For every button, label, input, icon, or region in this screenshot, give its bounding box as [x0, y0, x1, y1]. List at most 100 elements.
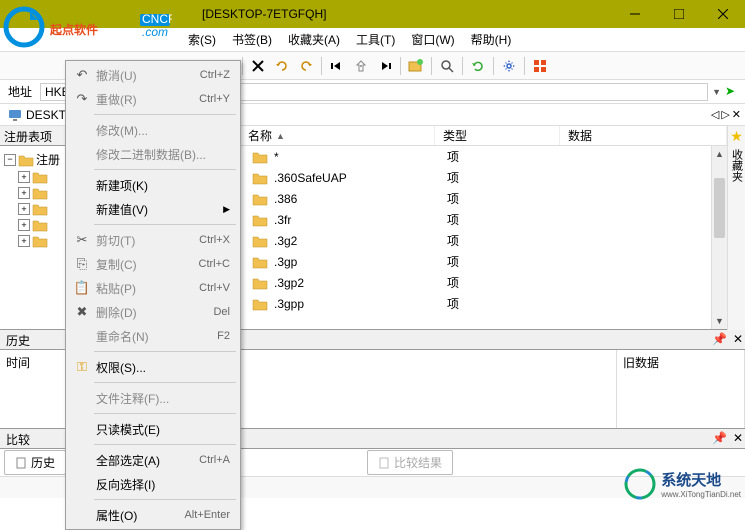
watermark-icon [623, 467, 657, 501]
list-row[interactable]: .3gp项 [244, 251, 727, 272]
list-row[interactable]: .3fr项 [244, 209, 727, 230]
tree-expand-icon[interactable]: + [18, 187, 30, 199]
maximize-button[interactable] [657, 0, 701, 28]
menu-tools[interactable]: 工具(T) [348, 28, 403, 51]
menu-modify[interactable]: 修改(M)... [68, 118, 238, 142]
scroll-thumb[interactable] [714, 178, 725, 238]
breadcrumb-item[interactable]: DESKT [4, 108, 70, 122]
favorites-strip[interactable]: ★ 收藏夹 [727, 126, 745, 331]
menu-favorites[interactable]: 收藏夹(A) [280, 28, 348, 51]
menu-cut[interactable]: ✂剪切(T)Ctrl+X [68, 228, 238, 252]
key-icon: ⚿ [72, 359, 92, 375]
menu-permissions[interactable]: ⚿权限(S)... [68, 355, 238, 379]
forward-icon[interactable] [374, 55, 396, 77]
column-name[interactable]: 名称▲ [240, 126, 435, 145]
menu-select-all[interactable]: 全部选定(A)Ctrl+A [68, 448, 238, 472]
row-name: .3gp [274, 255, 297, 269]
menu-invert-selection[interactable]: 反向选择(I) [68, 472, 238, 496]
list-row[interactable]: .360SafeUAP项 [244, 167, 727, 188]
grid-icon[interactable] [529, 55, 551, 77]
address-dropdown-icon[interactable]: ▼ [712, 87, 721, 97]
window-title: [DESKTOP-7ETGFQH] [202, 7, 326, 21]
row-type: 项 [439, 274, 564, 291]
tab-history[interactable]: 历史 [4, 450, 66, 475]
menu-undo[interactable]: ↶撤消(U)Ctrl+Z [68, 63, 238, 87]
star-icon: ★ [730, 128, 743, 145]
tree-expand-icon[interactable]: + [18, 203, 30, 215]
tree-collapse-icon[interactable]: − [4, 154, 16, 166]
column-type[interactable]: 类型 [435, 126, 560, 145]
folder-icon [252, 192, 268, 206]
tree-expand-icon[interactable]: + [18, 235, 30, 247]
menu-paste[interactable]: 📋粘贴(P)Ctrl+V [68, 276, 238, 300]
row-name: .3fr [274, 213, 291, 227]
menu-bookmark[interactable]: 书签(B) [224, 28, 280, 51]
folder-icon [252, 276, 268, 290]
submenu-arrow-icon: ▶ [223, 204, 234, 215]
column-data[interactable]: 数据 [560, 126, 727, 145]
copy-icon: ⎘ [72, 256, 92, 272]
svg-text:CNCRK: CNCRK [142, 12, 172, 26]
tree-expand-icon[interactable]: + [18, 171, 30, 183]
menu-modify-binary[interactable]: 修改二进制数据(B)... [68, 142, 238, 166]
folder-icon [32, 186, 48, 200]
delete-icon[interactable] [247, 55, 269, 77]
pin-icon[interactable]: 📌 [712, 332, 727, 346]
list-body[interactable]: *项.360SafeUAP项.386项.3fr项.3g2项.3gp项.3gp2项… [240, 146, 727, 329]
close-button[interactable] [701, 0, 745, 28]
list-row[interactable]: .3gp2 项 [244, 272, 727, 293]
close-panel-icon[interactable]: ✕ [733, 332, 743, 346]
row-name: .386 [274, 192, 297, 206]
minimize-button[interactable] [613, 0, 657, 28]
computer-icon [8, 109, 22, 121]
row-name: .3gpp [274, 297, 304, 311]
logo-overlay: 起点软件 CNCRK .com [2, 2, 172, 55]
menu-search[interactable]: 索(S) [180, 28, 224, 51]
menu-copy[interactable]: ⎘复制(C)Ctrl+C [68, 252, 238, 276]
tab-compare-result[interactable]: 比较结果 [367, 450, 453, 475]
menu-help[interactable]: 帮助(H) [463, 28, 520, 51]
row-name: .3gp2 [274, 276, 304, 290]
up-icon[interactable] [350, 55, 372, 77]
menu-comment[interactable]: 文件注释(F)... [68, 386, 238, 410]
breadcrumb-close-icon[interactable]: ✕ [732, 108, 741, 121]
menu-readonly[interactable]: 只读模式(E) [68, 417, 238, 441]
menu-properties[interactable]: 属性(O)Alt+Enter [68, 503, 238, 527]
close-panel-icon[interactable]: ✕ [733, 431, 743, 445]
redo-icon[interactable] [295, 55, 317, 77]
menu-window[interactable]: 窗口(W) [403, 28, 462, 51]
new-folder-icon[interactable] [405, 55, 427, 77]
back-icon[interactable] [326, 55, 348, 77]
go-icon[interactable]: ➤ [725, 84, 741, 100]
refresh-icon[interactable] [467, 55, 489, 77]
list-row[interactable]: .3gpp项 [244, 293, 727, 314]
breadcrumb-prev-icon[interactable]: ◁ [711, 108, 719, 121]
folder-icon [32, 218, 48, 232]
menu-new-value[interactable]: 新建值(V)▶ [68, 197, 238, 221]
scroll-up-icon[interactable]: ▲ [712, 146, 727, 162]
row-type: 项 [439, 148, 564, 165]
undo-icon[interactable] [271, 55, 293, 77]
tree-root-label: 注册 [36, 151, 60, 168]
row-type: 项 [439, 169, 564, 186]
list-row[interactable]: .3g2项 [244, 230, 727, 251]
breadcrumb-next-icon[interactable]: ▷ [721, 108, 729, 121]
vertical-scrollbar[interactable]: ▲ ▼ [711, 146, 727, 329]
menu-delete[interactable]: ✖删除(D)Del [68, 300, 238, 324]
tree-expand-icon[interactable]: + [18, 219, 30, 231]
document-icon [15, 457, 27, 469]
menu-rename[interactable]: 重命名(N)F2 [68, 324, 238, 348]
menu-new-key[interactable]: 新建项(K) [68, 173, 238, 197]
list-row[interactable]: *项 [244, 146, 727, 167]
paste-icon: 📋 [72, 280, 92, 296]
search-icon[interactable] [436, 55, 458, 77]
list-row[interactable]: .386项 [244, 188, 727, 209]
folder-icon [252, 255, 268, 269]
settings-icon[interactable] [498, 55, 520, 77]
pin-icon[interactable]: 📌 [712, 431, 727, 445]
menu-redo[interactable]: ↷重做(R)Ctrl+Y [68, 87, 238, 111]
row-name: .3g2 [274, 234, 297, 248]
folder-icon [252, 150, 268, 164]
undo-icon: ↶ [72, 67, 92, 83]
scroll-down-icon[interactable]: ▼ [712, 313, 727, 329]
